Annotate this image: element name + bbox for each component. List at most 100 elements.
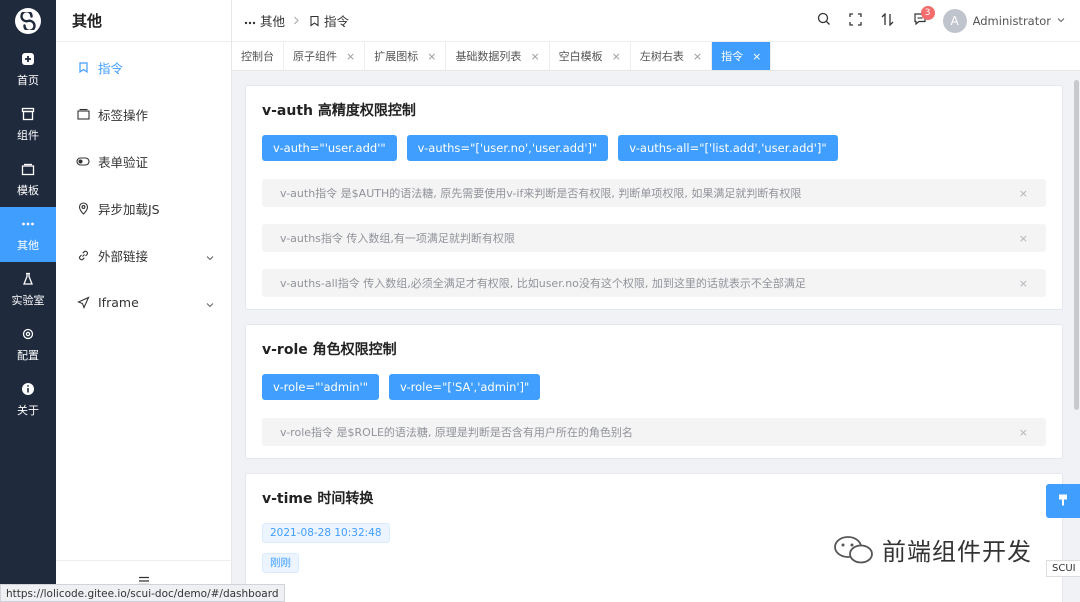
fullscreen-icon <box>849 12 862 29</box>
v-auths-button[interactable]: v-auths="['user.no','user.add']" <box>406 135 609 161</box>
close-icon[interactable]: × <box>1019 232 1028 245</box>
scui-label[interactable]: SCUI <box>1046 560 1080 577</box>
search-button[interactable] <box>809 0 839 42</box>
breadcrumb-current: 指令 <box>324 14 350 29</box>
v-auths-all-button[interactable]: v-auths-all="['list.add','user.add']" <box>618 135 838 161</box>
v-auth-button[interactable]: v-auth="'user.add'" <box>262 135 397 161</box>
watermark: 前端组件开发 <box>832 532 1032 567</box>
tab-bar: 控制台 原子组件 × 扩展图标 × 基础数据列表 × 空白模板 × 左树右表 × 指令 × <box>232 42 1080 71</box>
tab-blank-template[interactable]: 空白模板 × <box>550 42 631 70</box>
template-icon <box>20 161 36 177</box>
tab-label: 原子组件 <box>293 50 337 63</box>
rail-item-home[interactable]: 首页 <box>0 42 56 97</box>
card-title: v-role 角色权限控制 <box>262 342 397 358</box>
close-icon[interactable]: × <box>1019 187 1028 200</box>
rail-item-label: 其他 <box>17 239 39 252</box>
close-icon[interactable]: × <box>1019 426 1028 439</box>
fullscreen-button[interactable] <box>841 0 871 42</box>
close-icon[interactable]: × <box>1019 277 1028 290</box>
tab-label: 指令 <box>721 50 744 63</box>
rail-item-label: 组件 <box>17 129 39 142</box>
rail-item-components[interactable]: 组件 <box>0 97 56 152</box>
user-menu[interactable]: A Administrator <box>942 8 1066 33</box>
chevron-down-icon <box>205 251 215 261</box>
close-icon[interactable]: × <box>612 50 621 63</box>
rail-item-lab[interactable]: 实验室 <box>0 262 56 317</box>
tab-label: 控制台 <box>241 50 274 63</box>
info-alert: v-auths指令 传入数组,有一项满足就判断有权限 × <box>262 224 1046 252</box>
main-content: v-auth 高精度权限控制 v-auth="'user.add'" v-aut… <box>232 71 1080 602</box>
sidebar-item-directive[interactable]: 指令 <box>56 44 231 91</box>
app-rail: 首页 组件 模板 其他 实验室 配置 关于 <box>0 0 56 602</box>
rail-item-label: 关于 <box>17 404 39 417</box>
lab-icon <box>20 271 36 287</box>
sidebar-item-external-link[interactable]: 外部链接 <box>56 232 231 279</box>
close-icon[interactable]: × <box>752 50 761 63</box>
toggle-icon <box>76 155 90 169</box>
breadcrumb-root[interactable]: 其他 <box>260 11 285 30</box>
alert-text: v-role指令 是$ROLE的语法糖, 原理是判断是否含有用户所在的角色别名 <box>280 426 633 439</box>
brush-icon <box>1056 493 1070 510</box>
sidebar-item-iframe[interactable]: Iframe <box>56 279 231 326</box>
info-alert: v-role指令 是$ROLE的语法糖, 原理是判断是否含有用户所在的角色别名 × <box>262 418 1046 446</box>
link-icon <box>76 249 90 263</box>
notifications-button[interactable]: 3 <box>905 0 935 42</box>
chevron-down-icon <box>1056 14 1066 28</box>
sidebar-title: 其他 <box>56 0 231 42</box>
app-logo[interactable] <box>0 0 56 42</box>
notification-badge: 3 <box>920 5 935 20</box>
alert-text: v-auths指令 传入数组,有一项满足就判断有权限 <box>280 232 515 245</box>
sidebar-item-label: 表单验证 <box>98 155 149 170</box>
rail-item-other[interactable]: 其他 <box>0 207 56 262</box>
sidebar-item-label: 标签操作 <box>98 108 149 123</box>
auth-card: v-auth 高精度权限控制 v-auth="'user.add'" v-aut… <box>245 85 1063 310</box>
sidebar-item-async-js[interactable]: 异步加载JS <box>56 185 231 232</box>
location-icon <box>76 202 90 216</box>
info-alert: v-auth指令 是$AUTH的语法糖, 原先需要使用v-if来判断是否有权限,… <box>262 179 1046 207</box>
avatar: A <box>942 8 967 33</box>
tab-extend-icons[interactable]: 扩展图标 × <box>365 42 447 70</box>
tab-tree-table[interactable]: 左树右表 × <box>631 42 713 70</box>
sidebar-item-tag-ops[interactable]: 标签操作 <box>56 91 231 138</box>
v-role-array-button[interactable]: v-role="['SA','admin']" <box>389 374 541 400</box>
wechat-icon <box>832 534 876 566</box>
secondary-sidebar: 其他 指令 标签操作 表单验证 异步加载JS 外部链接 Iframe <box>56 0 232 602</box>
close-icon[interactable]: × <box>427 50 436 63</box>
tab-basic-list[interactable]: 基础数据列表 × <box>446 42 550 70</box>
status-url: https://lolicode.gitee.io/scui-doc/demo/… <box>0 584 285 602</box>
rail-item-label: 模板 <box>17 184 39 197</box>
rail-item-config[interactable]: 配置 <box>0 317 56 372</box>
tab-atom-components[interactable]: 原子组件 × <box>284 42 366 70</box>
rail-item-about[interactable]: 关于 <box>0 372 56 427</box>
rail-item-label: 配置 <box>17 349 39 362</box>
close-icon[interactable]: × <box>346 50 355 63</box>
more-icon <box>20 216 36 232</box>
role-card: v-role 角色权限控制 v-role="'admin'" v-role="[… <box>245 324 1063 459</box>
card-title: v-time 时间转换 <box>262 491 374 507</box>
sidebar-item-label: Iframe <box>98 295 139 310</box>
rail-item-template[interactable]: 模板 <box>0 152 56 207</box>
sidebar-item-label: 异步加载JS <box>98 202 160 217</box>
settings-float-button[interactable] <box>1046 484 1080 518</box>
tab-dashboard[interactable]: 控制台 <box>232 42 284 70</box>
scrollbar[interactable] <box>1074 80 1079 410</box>
components-icon <box>20 106 36 122</box>
user-name: Administrator <box>972 13 1051 28</box>
close-icon[interactable]: × <box>530 50 539 63</box>
rail-item-label: 首页 <box>17 74 39 87</box>
sidebar-item-form-validate[interactable]: 表单验证 <box>56 138 231 185</box>
tag-icon <box>308 15 320 27</box>
close-icon[interactable]: × <box>693 50 702 63</box>
alert-text: v-auth指令 是$AUTH的语法糖, 原先需要使用v-if来判断是否有权限,… <box>280 187 802 200</box>
sidebar-item-label: 外部链接 <box>98 249 149 264</box>
v-role-button[interactable]: v-role="'admin'" <box>262 374 379 400</box>
tab-label: 空白模板 <box>558 50 603 63</box>
info-icon <box>20 381 36 397</box>
transfer-button[interactable] <box>873 0 903 42</box>
time-tag: 刚刚 <box>262 553 299 573</box>
more-icon <box>244 13 256 28</box>
tab-directive[interactable]: 指令 × <box>712 42 772 70</box>
tab-label: 扩展图标 <box>374 50 419 63</box>
breadcrumb-separator <box>293 13 300 28</box>
window-icon <box>76 108 90 122</box>
